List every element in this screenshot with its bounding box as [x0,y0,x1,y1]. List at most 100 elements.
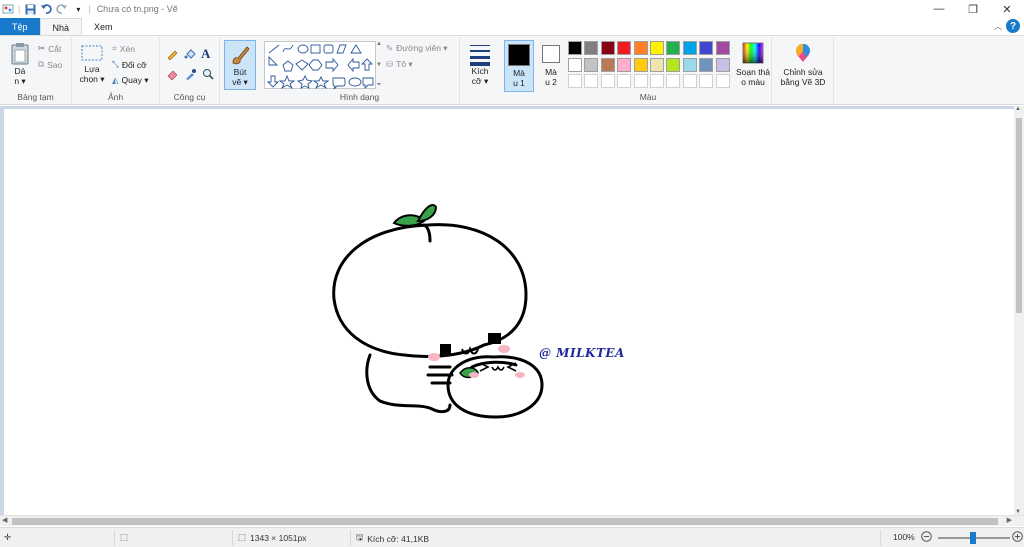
cursor-position-icon: ✛ [4,532,12,542]
tab-view[interactable]: Xem [82,18,125,36]
collapse-ribbon-icon[interactable]: ︿ [994,21,1002,32]
palette-swatch[interactable] [666,41,681,55]
line-size-icon [470,45,490,66]
palette-swatch[interactable] [584,41,599,55]
tab-file[interactable]: Tệp [0,18,40,36]
palette-swatch[interactable] [666,74,681,88]
vertical-scroll-thumb[interactable] [1016,118,1022,313]
close-button[interactable]: ✕ [990,0,1024,18]
shapes-group-label: Hình dạng [339,92,380,102]
palette-swatch[interactable] [568,74,582,88]
palette-swatch[interactable] [633,57,648,72]
palette-swatch[interactable] [682,74,697,88]
zoom-slider[interactable] [938,532,1010,544]
scroll-right-icon[interactable]: ▶ [1007,516,1012,524]
redo-icon[interactable] [56,3,68,15]
magnifier-icon[interactable] [202,68,214,82]
brushes-button[interactable]: Bút vẽ ▾ [224,40,256,90]
selection-size-icon: ⬚ [120,532,129,542]
window-title: Chưa có tn.png - Vẽ [96,4,178,14]
select-button[interactable]: Lựa chọn ▾ [78,44,106,84]
save-icon[interactable] [24,3,36,15]
disk-icon: 🖫 [356,532,364,542]
file-size: 🖫 Kích cỡ: 41,1KB [356,532,430,544]
drawing-canvas[interactable]: @ MILKTEA [4,109,1014,515]
scissors-icon: ✂ [38,43,46,53]
pencil-icon[interactable] [166,48,178,62]
palette-swatch[interactable] [715,57,730,72]
horizontal-scroll-thumb[interactable] [12,518,998,525]
scroll-up-icon[interactable]: ▲ [1015,106,1021,112]
shapes-gallery[interactable] [264,41,376,90]
cut-button[interactable]: ✂ Cắt [38,43,61,54]
zoom-slider-thumb[interactable] [970,532,976,544]
group-paint3d: Chỉnh sửa bằng Vẽ 3D [772,38,834,104]
palette-swatch[interactable] [633,74,648,88]
palette-swatch[interactable] [584,57,599,72]
paste-icon [11,43,29,65]
cartoon-drawing [332,203,544,419]
milktea-watermark: @ MILKTEA [539,346,625,360]
zoom-in-button[interactable] [1012,531,1023,542]
edit-colors-button[interactable]: Soạn thả o màu [734,42,772,87]
tools-group-label: Công cụ [173,92,206,102]
zoom-out-button[interactable] [921,531,932,542]
palette-swatch[interactable] [600,41,615,55]
group-clipboard: Dá n ▾ ✂ Cắt ⧉ Sao Bảng tạm [0,38,72,104]
palette-swatch[interactable] [699,74,714,88]
palette-swatch[interactable] [650,57,664,72]
edit-with-paint3d-button[interactable]: Chỉnh sửa bằng Vẽ 3D [774,42,832,87]
palette-swatch[interactable] [617,41,632,55]
resize-icon: ⤡ [112,59,119,69]
group-edit-colors: Soạn thả o màu [734,38,772,104]
scroll-left-icon[interactable]: ◀ [2,516,7,524]
fill-bucket-icon[interactable] [184,48,196,62]
rotate-button[interactable]: ◭ Quay ▾ [112,75,149,86]
tab-home[interactable]: Nhà [39,18,83,36]
palette-swatch[interactable] [699,41,714,55]
crop-button[interactable]: ⌗ Xén [112,43,135,54]
shape-outline-button[interactable]: ✎ Đường viên ▾ [386,43,448,54]
text-tool-icon[interactable]: A [201,46,210,62]
copy-button[interactable]: ⧉ Sao [38,59,62,70]
palette-swatch[interactable] [617,57,632,72]
paint3d-icon [796,44,810,62]
palette-swatch[interactable] [699,57,714,72]
palette-swatch[interactable] [584,74,599,88]
horizontal-scrollbar[interactable]: ◀ ▶ [0,515,1024,526]
select-icon [81,45,103,61]
palette-swatch[interactable] [682,41,697,55]
customize-quick-access-icon[interactable]: ▾ [72,3,84,15]
undo-icon[interactable] [40,3,52,15]
palette-swatch[interactable] [650,74,664,88]
palette-swatch[interactable] [715,41,730,55]
palette-swatch[interactable] [600,57,615,72]
size-button[interactable]: Kích cỡ ▾ [466,42,494,86]
restore-button[interactable]: ❐ [956,0,990,18]
minimize-button[interactable]: — [922,0,956,18]
palette-swatch[interactable] [568,41,582,55]
vertical-scrollbar[interactable]: ▲ ▼ [1014,106,1024,515]
status-bar: ✛ ⬚ ⬚ 1343 × 1051px 🖫 Kích cỡ: 41,1KB 100% [0,527,1024,547]
title-bar: | ▾ | Chưa có tn.png - Vẽ — ❐ ✕ [0,0,1024,18]
palette-swatch[interactable] [715,74,730,88]
palette-swatch[interactable] [568,57,582,72]
palette-swatch[interactable] [650,41,664,55]
resize-button[interactable]: ⤡ Đổi cỡ [112,59,147,70]
color-picker-icon[interactable] [184,68,196,82]
shapes-gallery-scroll[interactable]: ▲ ▼ ⏷ [375,41,383,89]
palette-swatch[interactable] [600,74,615,88]
color1-button[interactable]: Mà u 1 [504,40,534,92]
paste-button[interactable]: Dá n ▾ [6,42,34,86]
palette-swatch[interactable] [633,41,648,55]
palette-swatch[interactable] [617,74,632,88]
help-icon[interactable]: ? [1006,19,1020,33]
palette-swatch[interactable] [666,57,681,72]
palette-swatch[interactable] [682,57,697,72]
color-spectrum-icon [742,42,764,64]
zoom-level: 100% [893,532,915,542]
color2-button[interactable]: Mà u 2 [538,40,564,87]
eraser-icon[interactable] [166,68,178,82]
shape-fill-button[interactable]: ⛁ Tô ▾ [386,59,413,70]
clipboard-group-label: Bảng tạm [17,92,54,102]
